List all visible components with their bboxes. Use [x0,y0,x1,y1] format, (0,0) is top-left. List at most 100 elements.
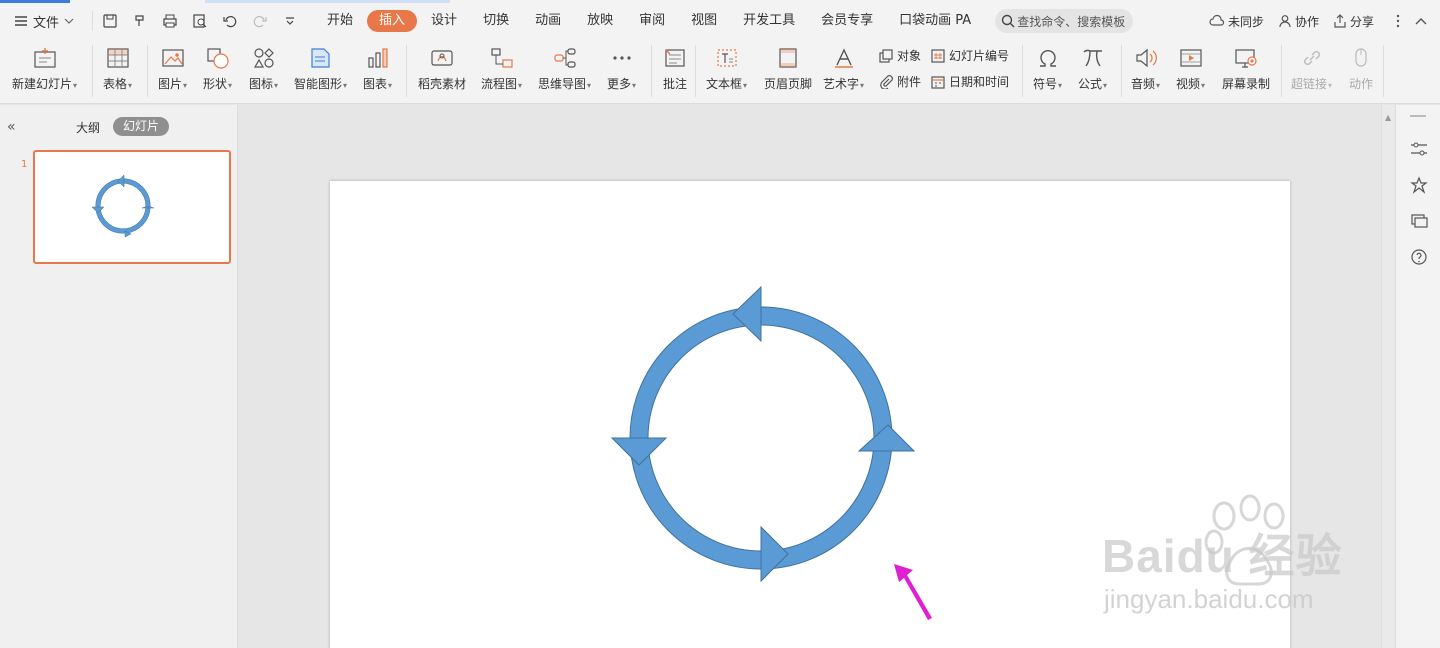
screen-record-button[interactable]: 屏幕录制 [1222,45,1270,92]
vertical-scrollbar[interactable]: ▲ [1381,105,1395,648]
daoke-button[interactable]: 稻壳素材 [418,45,466,92]
tab-slideshow[interactable]: 放映 [575,10,625,32]
shape-label: 形状 [203,77,228,91]
tab-animations[interactable]: 动画 [523,10,573,32]
textbox-icon [713,45,741,71]
file-menu-label: 文件 [33,15,60,31]
tab-view[interactable]: 视图 [679,10,729,32]
tab-insert[interactable]: 插入 [367,10,418,32]
daoke-icon [428,45,456,71]
chevron-down-icon [64,18,74,24]
share-button[interactable]: 分享 [1333,13,1374,30]
audio-button[interactable]: 音频▾ [1131,45,1160,92]
ribbon-insert: 新建幻灯片▾ 表格▾ 图片▾ 形状▾ 图标▾ 智能图形▾ 图表▾ 稻壳素材 流程… [0,39,1440,104]
calendar-icon [931,75,945,89]
action-button[interactable]: 动作 [1347,45,1375,92]
textbox-button[interactable]: 文本框▾ [706,45,747,92]
tab-slides[interactable]: 幻灯片 [113,117,169,136]
wordart-button[interactable]: 艺术字▾ [823,45,864,92]
collapse-panel-icon[interactable]: « [7,119,16,135]
paperclip-icon [880,74,893,89]
comment-button[interactable]: 批注 [661,45,689,92]
tab-home[interactable]: 开始 [315,10,365,32]
object-button[interactable]: 对象 [879,47,921,64]
table-button[interactable]: 表格▾ [103,45,132,92]
picture-button[interactable]: 图片▾ [158,45,187,92]
search-placeholder: 查找命令、搜索模板 [1017,14,1126,29]
header-footer-icon [774,45,802,71]
chart-button[interactable]: 图表▾ [363,45,392,92]
tab-review[interactable]: 审阅 [627,10,677,32]
hamburger-icon [15,16,27,26]
video-icon [1177,45,1205,71]
shape-button[interactable]: 形状▾ [203,45,232,92]
help-icon[interactable] [1409,247,1429,267]
symbol-button[interactable]: 符号▾ [1033,45,1062,92]
redo-icon[interactable] [251,12,269,30]
arrowhead-top [732,285,762,343]
object-icon [879,48,893,63]
share-label: 分享 [1349,14,1374,29]
share-icon [1334,14,1346,28]
formula-button[interactable]: 公式▾ [1078,45,1107,92]
cloud-icon [1209,14,1225,26]
customize-icon[interactable] [281,12,299,30]
link-icon [1298,45,1326,71]
save-icon[interactable] [101,12,119,30]
sidebar-grip [1410,115,1426,117]
tab-transitions[interactable]: 切换 [471,10,521,32]
slide-number-icon [931,48,945,63]
smart-graphic-button[interactable]: 智能图形▾ [294,45,347,92]
print-icon[interactable] [161,12,179,30]
icon-button[interactable]: 图标▾ [249,45,278,92]
tab-member[interactable]: 会员专享 [809,10,885,32]
slide-number-button[interactable]: 幻灯片编号 [931,47,1009,64]
right-menu: 未同步 协作 分享 [1209,3,1440,39]
more-menu-icon[interactable] [1396,14,1400,28]
icon-label: 图标 [249,77,274,91]
flowchart-button[interactable]: 流程图▾ [481,45,522,92]
header-footer-button[interactable]: 页眉页脚 [764,45,812,92]
tab-design[interactable]: 设计 [419,10,469,32]
daoke-label: 稻壳素材 [418,77,467,91]
undo-icon[interactable] [221,12,239,30]
print-preview-icon[interactable] [191,12,209,30]
new-slide-button[interactable]: 新建幻灯片▾ [12,45,77,92]
collab-button[interactable]: 协作 [1278,13,1319,30]
textbox-label: 文本框 [706,77,743,91]
mindmap-icon [551,45,579,71]
favorite-star-icon[interactable] [1409,175,1429,195]
more-label: 更多 [607,77,632,91]
scroll-up-icon[interactable]: ▲ [1385,113,1391,122]
format-painter-icon[interactable] [131,12,149,30]
table-icon [104,45,132,71]
more-button[interactable]: 更多▾ [607,45,636,92]
collapse-ribbon-icon[interactable] [1414,16,1428,26]
properties-icon[interactable] [1409,139,1429,159]
video-button[interactable]: 视频▾ [1176,45,1205,92]
datetime-button[interactable]: 日期和时间 [931,73,1009,90]
tab-pocket-animation[interactable]: 口袋动画 PA [887,10,983,32]
comment-icon [661,45,689,71]
new-slide-label: 新建幻灯片 [12,77,73,91]
mindmap-button[interactable]: 思维导图▾ [538,45,591,92]
chart-label: 图表 [363,77,388,91]
tab-developer[interactable]: 开发工具 [731,10,807,32]
attachment-button[interactable]: 附件 [879,73,921,90]
file-menu[interactable]: 文件 [0,3,74,39]
command-search[interactable]: 查找命令、搜索模板 [995,9,1134,33]
slide-library-icon[interactable] [1409,211,1429,231]
sync-status[interactable]: 未同步 [1209,13,1264,30]
video-label: 视频 [1176,77,1201,91]
picture-icon [159,45,187,71]
slide-thumbnail[interactable] [33,150,231,264]
tab-outline[interactable]: 大纲 [76,119,100,136]
quick-access-toolbar [92,11,299,31]
arrowhead-right [857,424,916,452]
attachment-label: 附件 [897,75,922,89]
menu-bar: 文件 开始 插入 设计 切换 动画 放映 审阅 视图 开发工具 会员专享 口袋动… [0,3,1440,39]
watermark-brand: Baidu 经验 [1102,530,1343,582]
slide-thumbnail-number: 1 [21,159,28,170]
screen-record-icon [1232,45,1260,71]
hyperlink-button[interactable]: 超链接▾ [1291,45,1332,92]
